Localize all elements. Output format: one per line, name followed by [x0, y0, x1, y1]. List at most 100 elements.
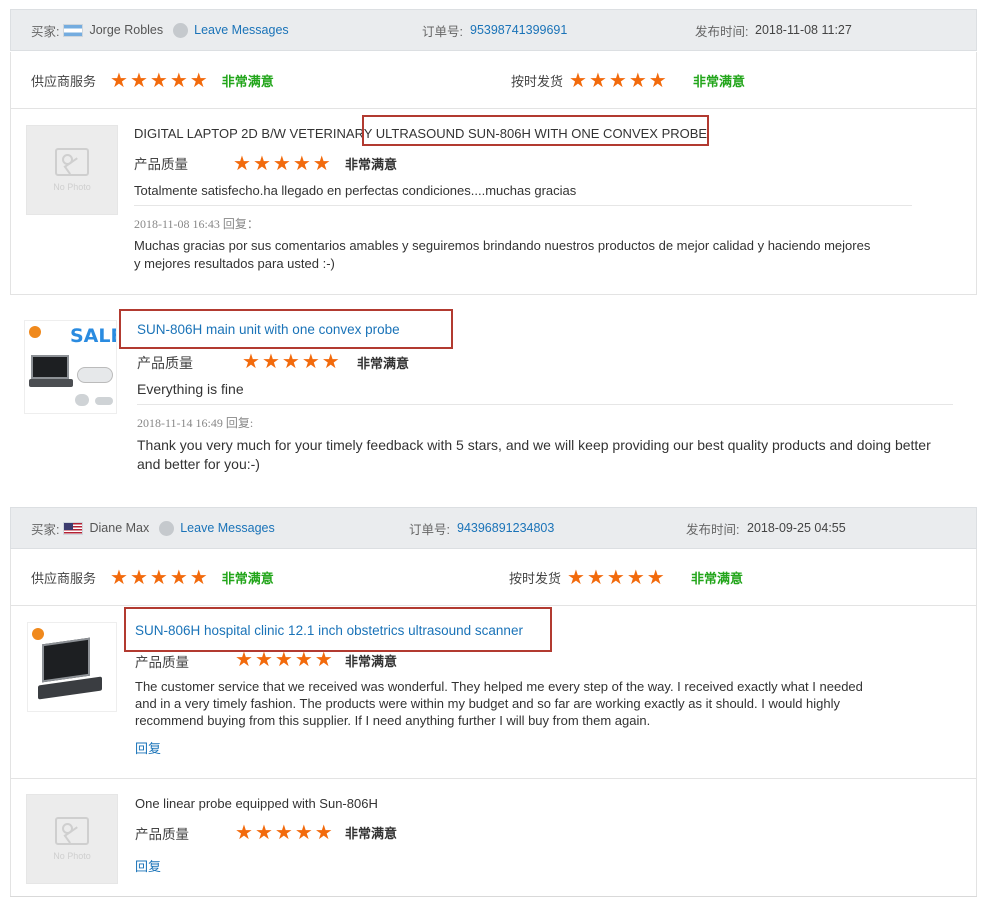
- review-item: SALE SUN-806H main unit with one convex …: [10, 295, 977, 505]
- reply-meta: 2018-11-08 16:43 回复：: [134, 217, 259, 231]
- star-icon: ★: [314, 820, 333, 844]
- image-placeholder-icon: [55, 148, 89, 176]
- star-icon: ★: [294, 820, 313, 844]
- ontime-delivery-rating: 非常满意: [693, 73, 746, 89]
- quality-stars: ★ ★ ★ ★ ★: [235, 649, 333, 669]
- ontime-delivery-stars: ★ ★ ★ ★ ★: [569, 70, 667, 90]
- product-title[interactable]: One linear probe equipped with Sun-806H: [135, 796, 378, 811]
- star-icon: ★: [254, 647, 273, 671]
- order-number-link[interactable]: 95398741399691: [470, 23, 567, 37]
- star-icon: ★: [274, 820, 293, 844]
- leave-messages-link[interactable]: Leave Messages: [194, 23, 289, 37]
- quality-stars: ★ ★ ★ ★ ★: [235, 822, 333, 842]
- supplier-service-rating: 非常满意: [221, 570, 274, 586]
- buyer-name: Jorge Robles: [89, 23, 164, 37]
- date-label: 发布时间:: [695, 24, 749, 39]
- star-icon: ★: [110, 68, 128, 92]
- date-label: 发布时间:: [686, 522, 740, 537]
- product-thumbnail[interactable]: No Photo: [26, 794, 118, 884]
- quality-rating: 非常满意: [345, 826, 398, 841]
- star-icon: ★: [646, 565, 665, 589]
- star-icon: ★: [189, 565, 208, 589]
- chat-icon: [159, 520, 175, 536]
- probe-image: [77, 367, 113, 383]
- star-icon: ★: [189, 68, 208, 92]
- star-icon: ★: [321, 349, 340, 373]
- star-icon: ★: [235, 820, 253, 844]
- probe-image: [75, 394, 89, 406]
- star-icon: ★: [254, 820, 273, 844]
- product-thumbnail[interactable]: SALE: [24, 320, 117, 414]
- quality-label: 产品质量: [135, 827, 189, 842]
- review-comment: recommend buying from this supplier. If …: [135, 713, 651, 728]
- laptop-base: [29, 379, 73, 387]
- review-header: 买家: Jorge Robles Leave Messages 订单号: 953…: [10, 9, 977, 51]
- order-number-link[interactable]: 94396891234803: [457, 521, 554, 535]
- laptop-image: [31, 355, 69, 379]
- review-comment: Totalmente satisfecho.ha llegado en perf…: [134, 183, 577, 198]
- supplier-service-stars: ★ ★ ★ ★ ★: [110, 567, 208, 587]
- order-label: 订单号:: [422, 24, 463, 39]
- supplier-service-rating: 非常满意: [221, 73, 274, 89]
- divider: [137, 404, 953, 405]
- star-icon: ★: [314, 647, 333, 671]
- highlight-box: [124, 607, 552, 652]
- seller-reply: y mejores resultados para usted :-): [134, 256, 335, 271]
- star-icon: ★: [606, 565, 625, 589]
- ontime-delivery-rating: 非常满意: [691, 570, 744, 586]
- ontime-delivery-stars: ★ ★ ★ ★ ★: [567, 567, 665, 587]
- product-thumbnail[interactable]: [27, 622, 117, 712]
- review-item: No Photo DIGITAL LAPTOP 2D B/W VETERINAR…: [10, 109, 977, 295]
- highlight-box: [119, 309, 453, 349]
- quality-label: 产品质量: [137, 355, 193, 371]
- seller-reply: Thank you very much for your timely feed…: [137, 437, 931, 453]
- star-icon: ★: [274, 647, 293, 671]
- review-comment: The customer service that we received wa…: [135, 679, 863, 694]
- buyer-label: 买家:: [31, 24, 60, 39]
- star-icon: ★: [169, 565, 188, 589]
- star-icon: ★: [626, 565, 645, 589]
- star-icon: ★: [272, 151, 291, 175]
- star-icon: ★: [608, 68, 627, 92]
- order-label: 订单号:: [409, 522, 450, 537]
- brand-logo-icon: [29, 326, 41, 338]
- star-icon: ★: [235, 647, 253, 671]
- quality-rating: 非常满意: [357, 356, 410, 371]
- review-date: 2018-11-08 11:27: [755, 23, 852, 37]
- ontime-delivery-label: 按时发货: [511, 73, 564, 89]
- seller-rating-row: 供应商服务 ★ ★ ★ ★ ★ 非常满意 按时发货 ★ ★ ★ ★ ★ 非常满意: [10, 52, 977, 108]
- star-icon: ★: [233, 151, 251, 175]
- star-icon: ★: [242, 349, 260, 373]
- reply-link[interactable]: 回复: [135, 738, 161, 757]
- quality-rating: 非常满意: [345, 654, 398, 669]
- star-icon: ★: [567, 565, 585, 589]
- review-header: 买家: Diane Max Leave Messages 订单号: 943968…: [10, 507, 977, 549]
- supplier-service-stars: ★ ★ ★ ★ ★: [110, 70, 208, 90]
- sale-badge: SALE: [70, 325, 116, 347]
- star-icon: ★: [252, 151, 271, 175]
- review-comment: Everything is fine: [137, 381, 244, 397]
- star-icon: ★: [648, 68, 667, 92]
- argentina-flag-icon: [63, 23, 84, 37]
- no-photo-text: No Photo: [53, 851, 91, 861]
- reply-link[interactable]: 回复: [135, 856, 161, 875]
- review-comment: and in a very timely fashion. The produc…: [135, 696, 841, 711]
- star-icon: ★: [301, 349, 320, 373]
- star-icon: ★: [149, 68, 168, 92]
- laptop-image: [42, 637, 90, 683]
- star-icon: ★: [292, 151, 311, 175]
- reply-meta: 2018-11-14 16:49 回复:: [137, 416, 254, 430]
- star-icon: ★: [169, 68, 188, 92]
- divider: [10, 896, 977, 897]
- seller-reply: and better for you:-): [137, 456, 260, 472]
- leave-messages-link[interactable]: Leave Messages: [180, 521, 275, 535]
- highlight-box: [362, 115, 709, 146]
- quality-stars: ★ ★ ★ ★ ★: [242, 351, 340, 371]
- probe-image: [95, 397, 113, 405]
- star-icon: ★: [628, 68, 647, 92]
- quality-label: 产品质量: [134, 157, 188, 172]
- product-thumbnail[interactable]: No Photo: [26, 125, 118, 215]
- usa-flag-icon: [63, 521, 84, 535]
- star-icon: ★: [312, 151, 331, 175]
- chat-icon: [173, 22, 189, 38]
